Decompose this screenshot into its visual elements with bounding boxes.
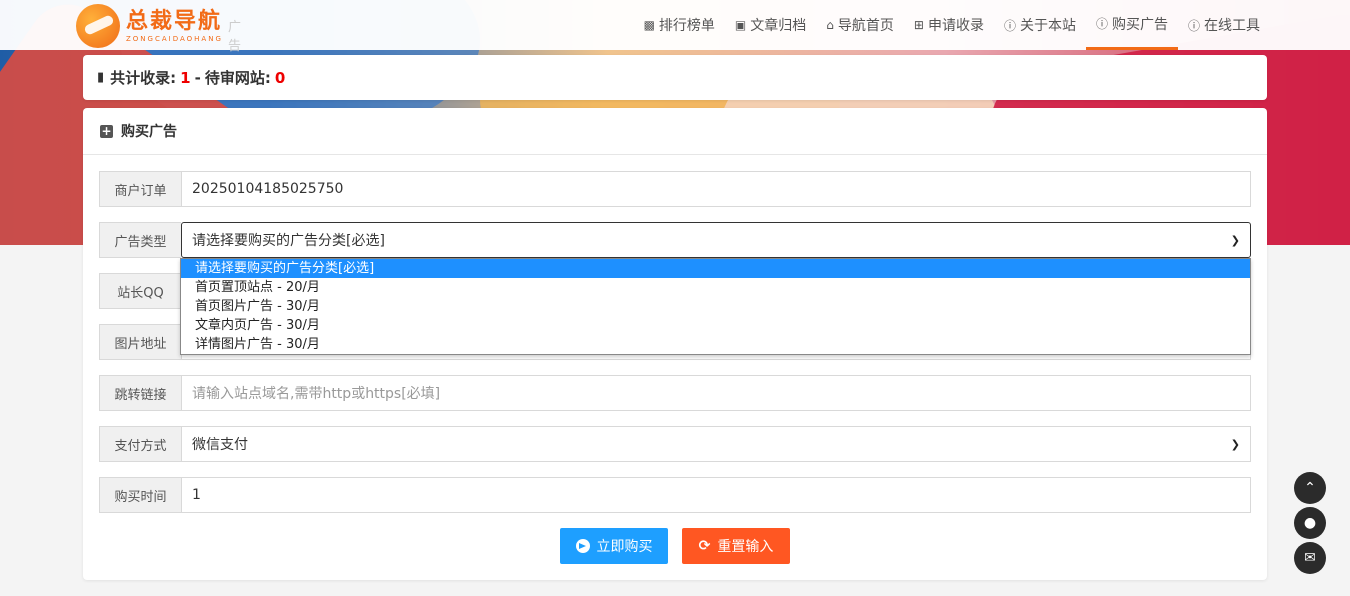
plus-square-icon: ⊞	[913, 18, 924, 32]
telegram-icon	[575, 539, 590, 553]
email-button[interactable]: ✉	[1294, 542, 1326, 574]
link-label: 跳转链接	[99, 375, 181, 411]
main-menu: ▩ 排行榜单 ▣ 文章归档 ⌂ 导航首页 ⊞ 申请收录 ⓘ 关于本站 ⓘ 购买广…	[634, 0, 1270, 50]
time-row: 购买时间 1	[99, 477, 1251, 513]
ad-type-label: 广告类型	[99, 222, 181, 258]
nav-about-label: 关于本站	[1019, 18, 1076, 34]
nav-ranking-label: 排行榜单	[658, 18, 715, 34]
buy-now-button[interactable]: 立即购买	[560, 528, 668, 564]
nav-submit[interactable]: ⊞ 申请收录	[904, 0, 994, 50]
chevron-up-icon: ⌃	[1304, 480, 1316, 496]
envelope-icon: ✉	[1304, 550, 1316, 566]
order-input[interactable]: 20250104185025750	[181, 171, 1251, 207]
refresh-icon: ⟳	[698, 538, 711, 554]
pay-label: 支付方式	[99, 426, 181, 462]
pay-selected: 微信支付	[192, 437, 248, 453]
time-input[interactable]: 1	[181, 477, 1251, 513]
pending-count: 0	[274, 68, 286, 87]
nav-about[interactable]: ⓘ 关于本站	[994, 0, 1086, 50]
reset-button[interactable]: ⟳ 重置输入	[682, 528, 790, 564]
nav-archive[interactable]: ▣ 文章归档	[725, 0, 816, 50]
reset-label: 重置输入	[717, 539, 774, 555]
top-navbar: 总裁导航 ZONGCAIDAOHANG 广告 ▩ 排行榜单 ▣ 文章归档 ⌂ 导…	[0, 0, 1350, 54]
pay-row: 支付方式 微信支付 ❯	[99, 426, 1251, 462]
site-logo[interactable]: 总裁导航 ZONGCAIDAOHANG 广告	[76, 4, 241, 54]
pay-select[interactable]: 微信支付 ❯	[181, 426, 1251, 462]
back-to-top-button[interactable]: ⌃	[1294, 472, 1326, 504]
order-row: 商户订单 20250104185025750	[99, 171, 1251, 207]
plus-square-icon: +	[100, 123, 113, 138]
nav-submit-label: 申请收录	[927, 18, 984, 34]
order-label: 商户订单	[99, 171, 181, 207]
nav-buy-ad-label: 购买广告	[1111, 16, 1168, 33]
logo-mark-icon	[76, 4, 120, 48]
buy-now-label: 立即购买	[596, 539, 653, 555]
info-icon: ⓘ	[1095, 17, 1108, 31]
total-count: 1	[180, 68, 191, 87]
form-title: 购买广告	[121, 124, 177, 140]
form-header: + 购买广告	[83, 108, 1267, 155]
ad-type-select[interactable]: 请选择要购买的广告分类[必选] ❯	[181, 222, 1251, 258]
ad-type-option[interactable]: 首页图片广告 - 30/月	[181, 297, 1250, 316]
ad-type-option[interactable]: 详情图片广告 - 30/月	[181, 335, 1250, 354]
qq-contact-button[interactable]: ●	[1294, 507, 1326, 539]
stats-bar: ▮ 共计收录: 1 - 待审网站: 0	[83, 55, 1267, 100]
nav-archive-label: 文章归档	[750, 18, 807, 34]
total-label: 共计收录:	[110, 69, 177, 87]
logo-subtitle: ZONGCAIDAOHANG	[126, 34, 223, 43]
ad-type-selected: 请选择要购买的广告分类[必选]	[192, 233, 385, 249]
home-icon: ⌂	[826, 18, 834, 32]
ad-type-option[interactable]: 文章内页广告 - 30/月	[181, 316, 1250, 335]
pending-label: 待审网站:	[204, 69, 271, 87]
chevron-down-icon: ❯	[1230, 437, 1240, 451]
time-label: 购买时间	[99, 477, 181, 513]
qq-icon: ●	[1303, 515, 1317, 531]
nav-home-label: 导航首页	[837, 18, 894, 34]
nav-home[interactable]: ⌂ 导航首页	[816, 0, 904, 50]
image-label: 图片地址	[99, 324, 181, 360]
ad-type-option[interactable]: 请选择要购买的广告分类[必选]	[181, 259, 1250, 278]
logo-name: 总裁导航	[126, 8, 223, 34]
ad-type-option[interactable]: 首页置顶站点 - 20/月	[181, 278, 1250, 297]
link-input[interactable]: 请输入站点域名,需带http或https[必填]	[181, 375, 1251, 411]
info-icon: ⓘ	[1003, 18, 1016, 33]
link-row: 跳转链接 请输入站点域名,需带http或https[必填]	[99, 375, 1251, 411]
bookmark-icon: ▮	[97, 70, 105, 85]
info-icon: ⓘ	[1187, 18, 1200, 33]
logo-ghost-text: 广告	[228, 20, 242, 54]
user-icon: ▩	[643, 18, 655, 32]
chevron-down-icon: ❯	[1230, 233, 1240, 247]
nav-buy-ad[interactable]: ⓘ 购买广告	[1085, 0, 1178, 50]
contact-icon: ▣	[734, 18, 747, 32]
qq-label: 站长QQ	[99, 273, 181, 309]
ad-type-dropdown: 请选择要购买的广告分类[必选] 首页置顶站点 - 20/月 首页图片广告 - 3…	[180, 258, 1251, 355]
nav-tools-label: 在线工具	[1204, 18, 1260, 34]
ad-type-row: 广告类型 请选择要购买的广告分类[必选] ❯	[99, 222, 1251, 258]
nav-tools[interactable]: ⓘ 在线工具	[1178, 0, 1270, 50]
stats-separator: -	[194, 68, 201, 87]
nav-ranking[interactable]: ▩ 排行榜单	[634, 0, 725, 50]
